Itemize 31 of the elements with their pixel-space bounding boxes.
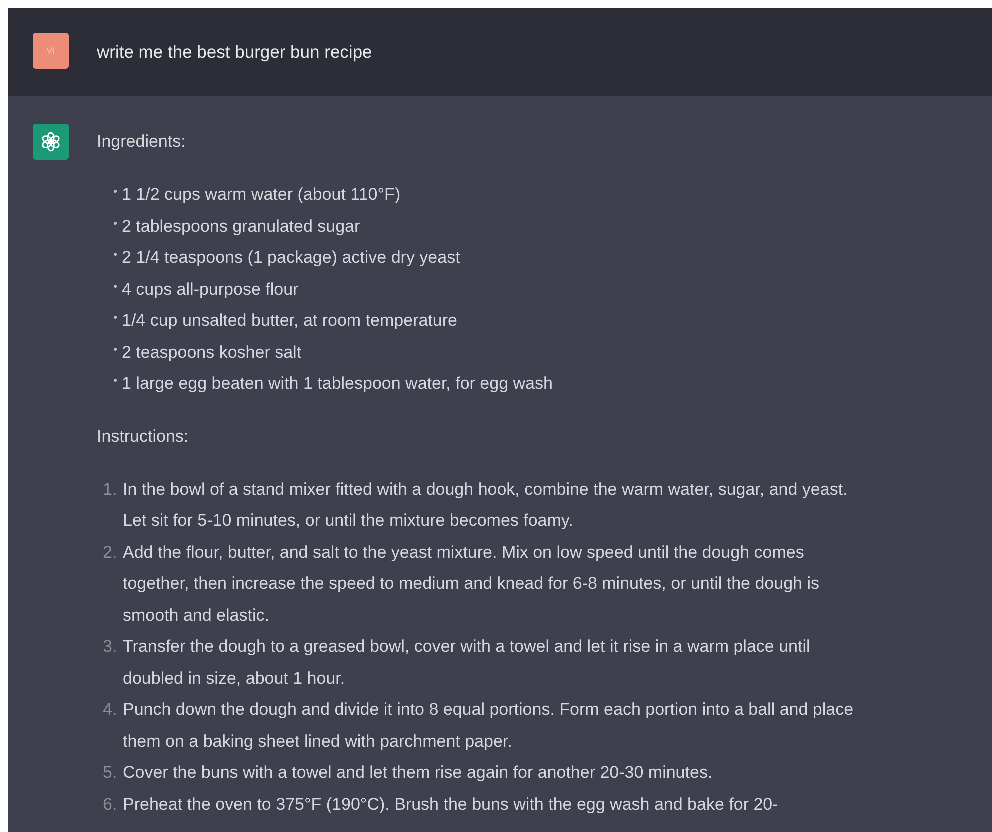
step-number: 6. [103, 794, 118, 816]
bullet-icon [114, 379, 117, 382]
section-heading: Ingredients: [97, 132, 187, 152]
step-text: Preheat the oven to 375°F (190°C). Brush the buns with the egg wash and bake for 20- [123, 794, 780, 816]
list-item: 1 large egg beaten with 1 tablespoon water, for egg wash [122, 373, 554, 395]
bullet-icon [114, 190, 117, 193]
prompt-text: write me the best burger bun recipe [97, 41, 374, 63]
step-number: 2. [103, 542, 118, 564]
list-item: 1 1/2 cups warm water (about 110°F) [122, 184, 402, 206]
bullet-icon [114, 316, 117, 319]
step-text: Punch down the dough and divide it into 8 equal portions. Form each portion into a ball and place them on a baking sheet lined with parchment paper. [123, 699, 855, 752]
step-text: Transfer the dough to a greased bowl, cover with a towel and let it rise in a warm place until doubled in size, about 1 hour. [123, 636, 812, 690]
list-item: 2 tablespoons granulated sugar [122, 216, 362, 238]
section-heading: Instructions: [97, 426, 190, 446]
step-number: 5. [103, 762, 118, 784]
bullet-icon [114, 348, 117, 350]
step-number: 1. [103, 478, 118, 500]
user-avatar: VI [33, 33, 69, 69]
list-item: 2 1/4 teaspoons (1 package) active dry yeast [122, 247, 462, 269]
list-item: 2 teaspoons kosher salt [122, 342, 303, 364]
step-number: 3. [103, 636, 118, 658]
bullet-icon [114, 253, 117, 256]
bullet-icon [114, 222, 117, 224]
list-item: 1/4 cup unsalted butter, at room temperature [122, 310, 458, 332]
step-text: Cover the buns with a towel and let them rise again for another 20-30 minutes. [123, 762, 714, 784]
step-text: Add the flour, butter, and salt to the yeast mixture. Mix on low speed until the dough comes together, then increase the speed to medium and knead for 6-8 minutes, or until the dough is smooth and elastic. [123, 542, 820, 626]
assistant-logo-icon [33, 124, 69, 160]
step-number: 4. [103, 699, 118, 721]
bullet-icon [114, 284, 117, 288]
list-item: 4 cups all-purpose flour [122, 278, 300, 300]
step-text: In the bowl of a stand mixer fitted with a dough hook, combine the warm water, sugar, and yeast. Let sit for 5-10 minutes, or until the mixture becomes foamy. [123, 478, 849, 532]
